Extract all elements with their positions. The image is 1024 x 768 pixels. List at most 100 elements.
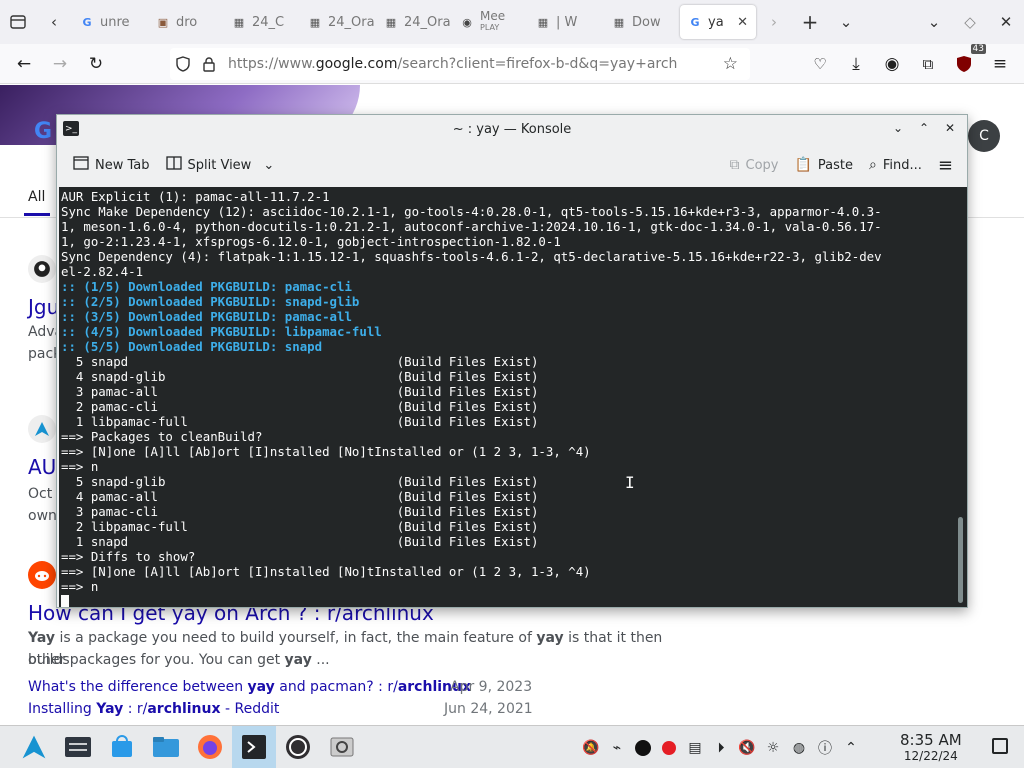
konsole-titlebar[interactable]: >_ ~ : yay — Konsole ⌄ ⌃ ✕	[57, 115, 967, 143]
new-tab-button[interactable]: New Tab	[65, 150, 158, 180]
tab-audio-label: PLAY	[480, 23, 500, 32]
browser-tab[interactable]: ▦ Dow	[604, 5, 680, 39]
konsole-taskbar-icon[interactable]	[232, 725, 276, 768]
terminal-line: :: (3/5) Downloaded PKGBUILD: pamac-all	[61, 309, 352, 324]
software-store-icon[interactable]	[100, 726, 144, 768]
terminal-line: 2 libpamac-full (Build Files Exist)	[61, 519, 539, 534]
browser-tab[interactable]: Gya ✕	[680, 5, 756, 39]
find-button[interactable]: ⌕ Find...	[861, 150, 930, 180]
brightness-icon[interactable]: ☼	[762, 737, 784, 759]
ublock-icon[interactable]: 43	[946, 44, 986, 82]
bookmark-star-icon[interactable]: ☆	[723, 54, 738, 74]
media-play-icon[interactable]: ⏵	[710, 737, 732, 759]
browser-tab[interactable]: ▣ dro	[148, 5, 224, 39]
tab-list-icon[interactable]	[0, 4, 36, 40]
terminal-area[interactable]: AUR Explicit (1): pamac-all-11.7.2-1 Sync…	[59, 187, 967, 607]
clock[interactable]: 8:35 AM 12/22/24	[900, 731, 962, 764]
arch-launcher-icon[interactable]	[12, 726, 56, 768]
clock-time: 8:35 AM	[900, 731, 962, 749]
reddit-icon	[28, 561, 56, 589]
copy-button[interactable]: ⧉ Copy	[722, 150, 787, 180]
clipboard-icon[interactable]: ▤	[684, 737, 706, 759]
browser-tab[interactable]: ▦ 24_Ora	[300, 5, 376, 39]
tab-label: 24_Ora	[328, 14, 375, 30]
lock-icon[interactable]	[196, 56, 222, 72]
shield-icon[interactable]	[170, 56, 196, 72]
firefox-icon[interactable]	[188, 726, 232, 768]
account-icon[interactable]: ◉	[874, 46, 910, 82]
back-arrow-icon[interactable]: ←	[6, 46, 42, 82]
scroll-tabs-left-icon[interactable]: ‹	[36, 4, 72, 40]
updates-icon[interactable]: ⓘ	[814, 737, 836, 759]
sublink-2[interactable]: Installing Yay : r/archlinux - Reddit	[28, 701, 279, 717]
tab-label: Mee	[480, 9, 506, 23]
new-tab-icon	[73, 156, 89, 174]
browser-tab[interactable]: Gunre	[72, 5, 148, 39]
google-logo-partial[interactable]: G	[34, 119, 52, 144]
forward-arrow-icon[interactable]: →	[42, 46, 78, 82]
reload-icon[interactable]: ↻	[78, 46, 114, 82]
url-text: https://www.google.com/search?client=fir…	[228, 56, 678, 72]
split-view-icon	[165, 156, 182, 174]
record-icon[interactable]	[658, 737, 680, 759]
system-settings-icon[interactable]	[56, 726, 100, 768]
screenshot-tool-icon[interactable]	[320, 726, 364, 768]
copy-label: Copy	[745, 157, 779, 173]
maximize-icon[interactable]: ⌃	[915, 119, 933, 137]
new-tab-label: New Tab	[95, 157, 150, 173]
minimize-window-icon[interactable]: ⌄	[916, 4, 952, 40]
new-tab-icon[interactable]: +	[792, 4, 828, 40]
menu-hamburger-icon[interactable]: ≡	[982, 46, 1018, 82]
extensions-icon[interactable]: ⧉	[910, 46, 946, 82]
close-tab-icon[interactable]: ✕	[737, 15, 748, 30]
terminal-scrollbar[interactable]	[958, 517, 963, 603]
tray-expand-chevron-icon[interactable]: ⌃	[840, 737, 862, 759]
network-icon[interactable]: ◍	[788, 737, 810, 759]
scroll-tabs-right-icon[interactable]: ›	[756, 4, 792, 40]
obs-tray-icon[interactable]	[632, 737, 654, 759]
minimize-icon[interactable]: ⌄	[889, 119, 907, 137]
terminal-line: ==> Diffs to show?	[61, 549, 196, 564]
sublink-1[interactable]: What's the difference between yay and pa…	[28, 679, 471, 695]
browser-tab[interactable]: ▦ | W	[528, 5, 604, 39]
tab-all[interactable]: All	[28, 189, 45, 205]
result-title[interactable]: Jgu	[28, 295, 59, 319]
hamburger-menu-icon[interactable]: ≡	[930, 150, 961, 180]
url-bar[interactable]: https://www.google.com/search?client=fir…	[170, 48, 750, 80]
browser-tab[interactable]: ▦ 24_C	[224, 5, 300, 39]
paste-button[interactable]: 📋 Paste	[786, 150, 861, 180]
tab-label: Dow	[632, 14, 661, 30]
downloads-icon[interactable]: ⤓	[838, 46, 874, 82]
volume-muted-icon[interactable]: 🔇	[736, 737, 758, 759]
browser-tab[interactable]: ▦ 24_Ora	[376, 5, 452, 39]
browser-tab[interactable]: ◉ Mee PLAY	[452, 5, 528, 39]
page-favicon: ▦	[233, 15, 245, 29]
close-icon[interactable]: ✕	[941, 119, 959, 137]
konsole-app-icon[interactable]: >_	[63, 121, 79, 136]
show-desktop-icon[interactable]	[992, 738, 1008, 754]
close-window-icon[interactable]: ✕	[988, 4, 1024, 40]
split-view-button[interactable]: Split View ⌄	[158, 150, 283, 180]
tab-label: unre	[100, 14, 130, 30]
terminal-line: ==> n	[61, 459, 99, 474]
terminal-line	[61, 594, 882, 607]
page-favicon: ▦	[309, 15, 321, 29]
taskbar: 🔕 ⌁ ▤ ⏵ 🔇 ☼ ◍ ⓘ ⌃ 8:35 AM 12/22/24	[0, 725, 1024, 768]
terminal-line: 1 snapd (Build Files Exist)	[61, 534, 539, 549]
account-avatar[interactable]: C	[968, 120, 1000, 152]
terminal-line: 2 pamac-cli (Build Files Exist)	[61, 399, 539, 414]
tab-label: 24_Ora	[404, 14, 451, 30]
notifications-off-icon[interactable]: 🔕	[580, 737, 602, 759]
tab-label: ya	[708, 14, 724, 30]
network-off-icon[interactable]: ⌁	[606, 737, 628, 759]
chevron-down-icon: ⌄	[263, 157, 275, 173]
arch-icon	[28, 415, 56, 443]
all-tabs-chevron-icon[interactable]: ⌄	[828, 4, 864, 40]
obs-icon[interactable]	[276, 726, 320, 768]
konsole-window: >_ ~ : yay — Konsole ⌄ ⌃ ✕ New Tab Split…	[56, 114, 968, 608]
terminal-line: ==> Packages to cleanBuild?	[61, 429, 263, 444]
desktop: ‹ Gunre ▣ dro ▦ 24_C ▦ 24_Ora ▦ 24_Ora ◉ Mee PLAY ▦ |…	[0, 0, 1024, 768]
pocket-icon[interactable]: ♡	[802, 46, 838, 82]
restore-window-icon[interactable]: ◇	[952, 4, 988, 40]
file-manager-icon[interactable]	[144, 726, 188, 768]
